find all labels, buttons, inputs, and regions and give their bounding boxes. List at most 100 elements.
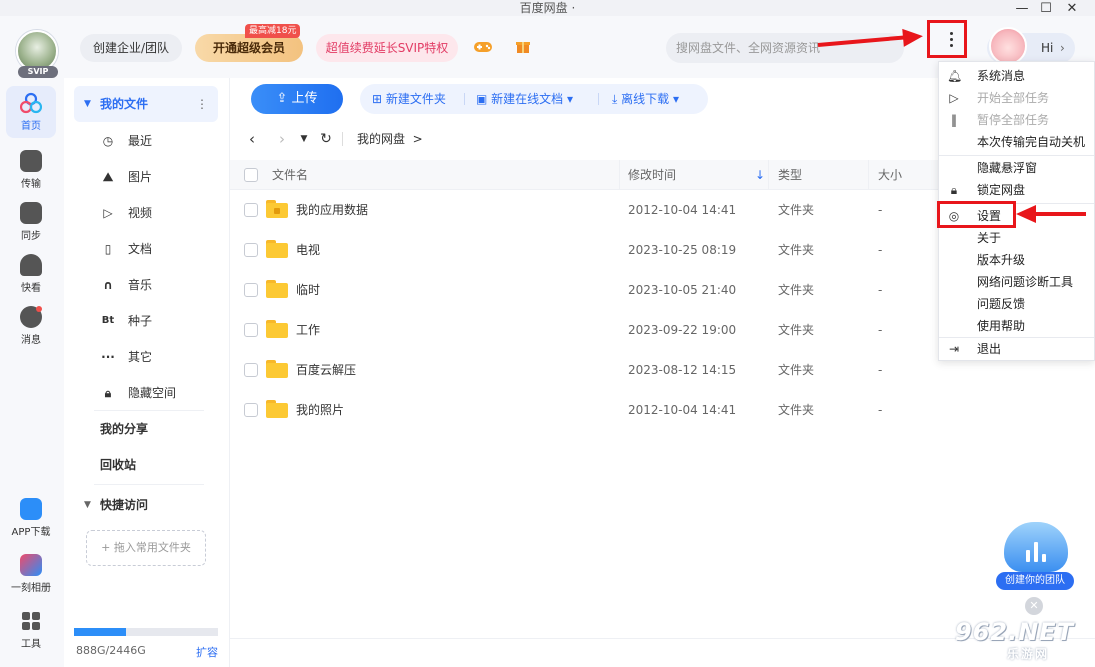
title-bar: 百度网盘 · — ☐ ✕ — [0, 0, 1095, 16]
menu-item-about[interactable]: 关于 — [939, 227, 1094, 249]
menu-item-hide-float[interactable]: 隐藏悬浮窗 — [939, 157, 1094, 179]
menu-item-help[interactable]: 使用帮助 — [939, 315, 1094, 337]
offline-download-button[interactable]: ⤓ 离线下载 ▾ — [612, 84, 679, 114]
file-mtime: 2012-10-04 14:41 — [628, 403, 737, 417]
svip-badge: SVIP — [18, 66, 58, 78]
sidebar-item-images[interactable]: ⛰ 图片 — [74, 160, 218, 194]
sidebar-my-files[interactable]: ▼ 我的文件 ⋮ — [74, 86, 218, 122]
gift-icon[interactable] — [512, 38, 534, 60]
sidebar-item-others[interactable]: ··· 其它 — [74, 340, 218, 374]
col-type[interactable]: 类型 — [778, 160, 802, 190]
file-size: - — [878, 243, 883, 257]
sidebar-quick-access[interactable]: ▼ 快捷访问 — [74, 488, 218, 522]
select-all-checkbox[interactable] — [244, 168, 258, 182]
new-folder-button[interactable]: ⊞ 新建文件夹 — [372, 84, 446, 114]
file-name[interactable]: 工作 — [296, 310, 320, 350]
col-mtime[interactable]: 修改时间 — [628, 160, 676, 190]
sidebar-item-label: 图片 — [128, 170, 153, 184]
sidebar-my-share[interactable]: 我的分享 — [74, 412, 218, 446]
menu-item-auto-shutdown[interactable]: 本次传输完自动关机 — [939, 131, 1094, 153]
album-icon — [20, 554, 42, 576]
renew-svip-button[interactable]: 超值续费延长SVIP特权 — [316, 34, 458, 62]
download-icon: ⤓ — [612, 92, 622, 106]
rail-app-download[interactable]: APP下载 — [6, 492, 56, 544]
rail-sync[interactable]: 同步 — [6, 196, 56, 248]
gamepad-icon[interactable] — [472, 38, 494, 60]
sidebar-item-music[interactable]: ∩ 音乐 — [74, 268, 218, 302]
row-checkbox[interactable] — [244, 323, 258, 337]
greeting-pill[interactable]: Hi › — [987, 27, 1075, 65]
file-name[interactable]: 百度云解压 — [296, 350, 356, 390]
upload-icon: ⇪ — [276, 91, 292, 106]
row-checkbox[interactable] — [244, 243, 258, 257]
menu-item-label: 退出 — [977, 342, 1002, 356]
toolbar-sep — [598, 93, 599, 105]
file-type: 文件夹 — [778, 283, 815, 297]
annotation-box-settings — [937, 201, 1016, 228]
row-checkbox[interactable] — [244, 203, 258, 217]
new-online-doc-button[interactable]: ▣ 新建在线文档 ▾ — [476, 84, 573, 114]
unread-dot — [36, 306, 42, 312]
row-checkbox[interactable] — [244, 363, 258, 377]
menu-item-upgrade[interactable]: 版本升级 — [939, 249, 1094, 271]
row-checkbox[interactable] — [244, 283, 258, 297]
menu-item-feedback[interactable]: 问题反馈 — [939, 293, 1094, 315]
rail-tools[interactable]: 工具 — [6, 604, 56, 656]
forward-icon[interactable]: › — [272, 128, 292, 150]
window-title: 百度网盘 · — [519, 1, 576, 15]
menu-item-pause-all[interactable]: ‖ 暂停全部任务 — [939, 109, 1094, 131]
file-name[interactable]: 电视 — [296, 230, 320, 270]
quick-access-dropzone[interactable]: + 拖入常用文件夹 — [86, 530, 206, 566]
col-sep — [768, 160, 769, 190]
transfer-icon — [20, 150, 42, 172]
history-dropdown-icon[interactable]: ▼ — [294, 128, 314, 150]
file-name[interactable]: 我的应用数据 — [296, 190, 368, 230]
rail-transfer[interactable]: 传输 — [6, 144, 56, 196]
breadcrumb-root[interactable]: 我的网盘 — [357, 132, 405, 146]
sidebar-item-torrents[interactable]: Bt 种子 — [74, 304, 218, 338]
minimize-icon[interactable]: — — [1010, 0, 1034, 16]
col-name[interactable]: 文件名 — [272, 160, 308, 190]
file-name[interactable]: 临时 — [296, 270, 320, 310]
file-name[interactable]: 我的照片 — [296, 390, 344, 430]
rail-home[interactable]: 首页 — [6, 86, 56, 138]
table-row[interactable]: 我的照片 2012-10-04 14:41 文件夹 - — [230, 390, 1095, 430]
create-team-button[interactable]: 创建企业/团队 — [80, 34, 182, 62]
upload-button[interactable]: ⇪ 上传 — [251, 84, 343, 114]
sidebar-recycle-bin[interactable]: 回收站 — [74, 448, 218, 482]
chart-bars-icon — [1026, 538, 1048, 562]
col-size[interactable]: 大小 — [878, 160, 902, 190]
rail-quickview[interactable]: 快看 — [6, 248, 56, 300]
back-icon[interactable]: ‹ — [242, 128, 262, 150]
caret-down-icon: ▼ — [84, 500, 91, 510]
close-widget-icon[interactable]: ✕ — [1025, 597, 1043, 615]
more-icon[interactable]: ⋮ — [196, 86, 208, 122]
sort-desc-icon[interactable]: ↓ — [755, 160, 765, 190]
menu-item-start-all[interactable]: ▷ 开始全部任务 — [939, 87, 1094, 109]
expand-storage-link[interactable]: 扩容 — [196, 644, 218, 660]
close-icon[interactable]: ✕ — [1060, 0, 1084, 16]
menu-item-label: 问题反馈 — [977, 297, 1026, 311]
search-input[interactable]: 搜网盘文件、全网资源资讯 — [666, 33, 904, 63]
sidebar-item-hidden-space[interactable]: 🔒︎ 隐藏空间 — [74, 376, 218, 410]
menu-item-system-messages[interactable]: 🔔︎ 系统消息 — [939, 65, 1094, 87]
sidebar-item-recent[interactable]: ◷ 最近 — [74, 124, 218, 158]
breadcrumb[interactable]: 我的网盘 > — [357, 126, 423, 152]
menu-item-exit[interactable]: ⇥ 退出 — [939, 338, 1094, 360]
rail-moment-album[interactable]: 一刻相册 — [6, 548, 56, 600]
lock-icon: 🔒︎ — [104, 386, 112, 400]
sidebar-item-videos[interactable]: ▷ 视频 — [74, 196, 218, 230]
image-icon: ⛰ — [102, 170, 114, 184]
create-team-widget[interactable]: 创建你的团队 — [996, 520, 1076, 592]
rail-messages[interactable]: 消息 — [6, 300, 56, 352]
sidebar-item-docs[interactable]: ▯ 文档 — [74, 232, 218, 266]
menu-item-network-diagnose[interactable]: 网络问题诊断工具 — [939, 271, 1094, 293]
row-checkbox[interactable] — [244, 403, 258, 417]
rail-label: 同步 — [21, 231, 41, 242]
open-vip-button[interactable]: 开通超级会员 — [195, 34, 303, 62]
refresh-icon[interactable]: ↻ — [316, 128, 336, 150]
new-folder-icon: ⊞ — [372, 92, 386, 106]
maximize-icon[interactable]: ☐ — [1034, 0, 1058, 16]
menu-item-lock-disk[interactable]: 🔒︎ 锁定网盘 — [939, 179, 1094, 201]
new-doc-icon: ▣ — [476, 92, 492, 106]
